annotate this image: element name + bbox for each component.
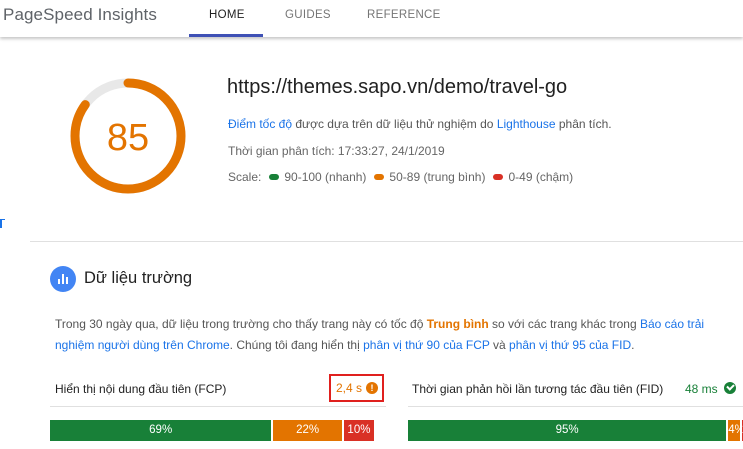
fid-row-divider bbox=[408, 406, 743, 407]
fcp-slow-segment: 10% bbox=[341, 420, 374, 441]
score-scale: Scale: 90-100 (nhanh) 50-89 (trung bình)… bbox=[228, 170, 573, 184]
analysis-time: Thời gian phân tích: 17:33:27, 24/1/2019 bbox=[228, 144, 445, 158]
slow-pill-icon bbox=[493, 174, 504, 180]
app-title[interactable]: PageSpeed Insights bbox=[3, 5, 157, 25]
fid-value: 48 ms bbox=[685, 382, 718, 396]
tab-home[interactable]: HOME bbox=[209, 9, 245, 21]
speed-suffix: phân tích. bbox=[555, 117, 612, 131]
check-icon bbox=[724, 382, 736, 394]
speed-score-link[interactable]: Điểm tốc độ bbox=[228, 117, 292, 131]
fcp-average-segment: 22% bbox=[271, 420, 342, 441]
scale-average-label: 50-89 (trung bình) bbox=[389, 170, 486, 184]
scale-fast-label: 90-100 (nhanh) bbox=[284, 170, 367, 184]
desc-speed-category: Trung bình bbox=[426, 317, 489, 331]
lighthouse-link[interactable]: Lighthouse bbox=[497, 117, 556, 131]
analyzed-url: https://themes.sapo.vn/demo/travel-go bbox=[227, 76, 568, 98]
fid-slow-segment: 1% bbox=[739, 420, 743, 441]
average-pill-icon bbox=[374, 174, 385, 180]
desc-part-5: . bbox=[631, 338, 635, 352]
desc-part-2: so với các trang khác trong bbox=[488, 317, 640, 331]
top-bar: PageSpeed Insights HOME GUIDES REFERENCE bbox=[0, 0, 743, 37]
fid-fast-segment: 95% bbox=[408, 420, 727, 441]
tab-guides[interactable]: GUIDES bbox=[285, 9, 331, 21]
scale-slow-label: 0-49 (chậm) bbox=[508, 170, 574, 184]
score-gauge: 85 bbox=[70, 78, 186, 194]
fcp-distribution-bar: 69% 22% 10% bbox=[50, 420, 374, 441]
active-tab-indicator bbox=[189, 34, 263, 37]
field-data-description: Trong 30 ngày qua, dữ liệu trong trường … bbox=[55, 314, 743, 356]
bar-chart-icon bbox=[50, 266, 76, 292]
section-divider bbox=[30, 241, 743, 242]
fast-pill-icon bbox=[269, 174, 280, 180]
fid-percentile-link[interactable]: phân vị thứ 95 của FID bbox=[509, 338, 631, 352]
desc-part-1: Trong 30 ngày qua, dữ liệu trong trường … bbox=[55, 317, 427, 331]
fid-distribution-bar: 95% 4% 1% bbox=[408, 420, 743, 441]
fcp-label: Hiển thị nội dung đầu tiên (FCP) bbox=[55, 382, 227, 396]
fcp-percentile-link[interactable]: phân vị thứ 90 của FCP bbox=[363, 338, 490, 352]
scale-label: Scale: bbox=[228, 170, 262, 184]
fcp-fast-segment: 69% bbox=[50, 420, 272, 441]
score-value: 85 bbox=[107, 117, 149, 159]
fcp-row-divider bbox=[50, 406, 386, 407]
field-data-title: Dữ liệu trường bbox=[84, 269, 193, 287]
info-icon[interactable]: ! bbox=[366, 382, 378, 394]
edge-marker bbox=[0, 219, 5, 228]
fid-average-segment: 4% bbox=[726, 420, 740, 441]
desc-part-3: . Chúng tôi đang hiển thị bbox=[229, 338, 364, 352]
fid-label: Thời gian phản hồi lần tương tác đầu tiê… bbox=[412, 382, 664, 396]
tab-reference[interactable]: REFERENCE bbox=[367, 9, 441, 21]
desc-part-4: và bbox=[489, 338, 510, 352]
speed-text: được dựa trên dữ liệu thử nghiệm do bbox=[292, 117, 497, 131]
speed-description: Điểm tốc độ được dựa trên dữ liệu thử ng… bbox=[228, 117, 612, 131]
fcp-value: 2,4 s bbox=[336, 381, 363, 395]
